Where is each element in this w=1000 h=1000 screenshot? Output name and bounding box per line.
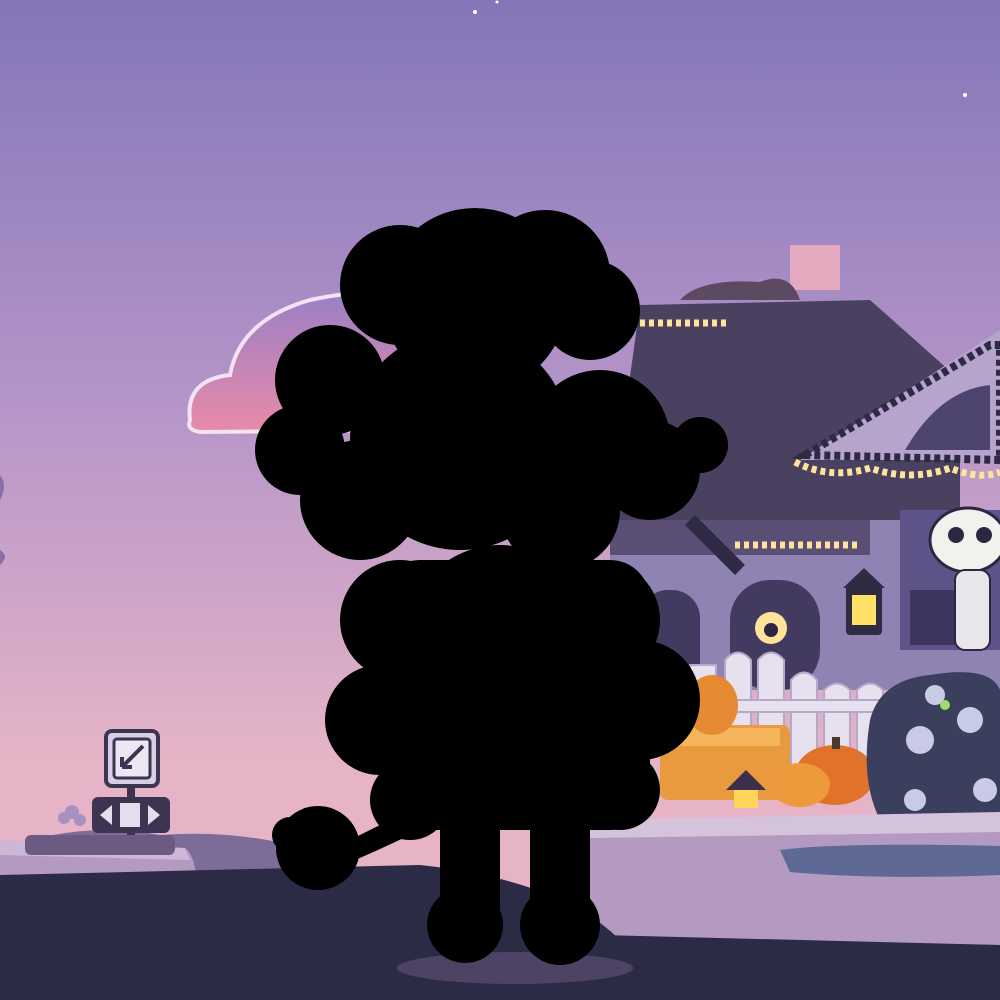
grass-strip <box>780 844 1000 877</box>
spider-wreath <box>755 612 787 644</box>
character-shadow <box>397 952 633 984</box>
hydrangea-bush <box>866 672 1000 820</box>
halloween-street-scene <box>0 0 1000 1000</box>
sign-base <box>25 835 175 855</box>
